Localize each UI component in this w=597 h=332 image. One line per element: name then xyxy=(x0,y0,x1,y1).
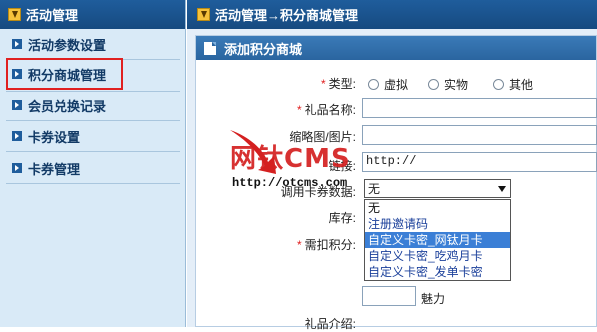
radio-circle[interactable] xyxy=(428,79,439,90)
radio-virtual[interactable]: 虚拟 xyxy=(368,76,408,93)
breadcrumb: 活动管理→积分商城管理 xyxy=(215,8,359,23)
select-value: 无 xyxy=(368,182,381,196)
required-mark: * xyxy=(320,77,326,91)
card-title-bar: 添加积分商城 xyxy=(196,36,596,60)
dropdown-option[interactable]: 自定义卡密_吃鸡月卡 xyxy=(365,248,510,264)
arrow-right-icon xyxy=(12,100,22,110)
divider xyxy=(6,91,180,92)
link-input[interactable]: http:// xyxy=(362,152,597,172)
sidebar-item-label: 会员兑换记录 xyxy=(28,98,107,114)
name-label: * 礼品名称: xyxy=(296,103,356,117)
sidebar-header: 活动管理 xyxy=(0,0,185,29)
sidebar-item-label: 卡券管理 xyxy=(28,161,81,177)
thumbnail-input[interactable] xyxy=(362,125,597,145)
divider xyxy=(6,183,180,184)
dropdown-option[interactable]: 注册邀请码 xyxy=(365,216,510,232)
radio-other[interactable]: 其他 xyxy=(493,76,533,93)
down-arrow-icon xyxy=(8,8,21,21)
card-data-dropdown: 无 注册邀请码 自定义卡密_网钛月卡 自定义卡密_吃鸡月卡 自定义卡密_发单卡密 xyxy=(364,199,511,281)
document-icon xyxy=(204,41,216,55)
type-label: * 类型: xyxy=(320,77,356,91)
divider xyxy=(6,120,180,121)
chevron-down-icon xyxy=(498,186,506,192)
required-mark: * xyxy=(296,238,302,252)
arrow-right-icon xyxy=(12,163,22,173)
watermark-url: http://otcms.com xyxy=(232,176,348,190)
sidebar-item-card-settings[interactable]: 卡券设置 xyxy=(6,124,178,148)
sidebar-item-redeem-records[interactable]: 会员兑换记录 xyxy=(6,93,178,117)
card-title: 添加积分商城 xyxy=(224,41,303,57)
intro-label: 礼品介绍: xyxy=(304,317,356,331)
highlight-annotation xyxy=(6,58,123,90)
sidebar-item-label: 活动参数设置 xyxy=(28,37,107,53)
stock-label: 库存: xyxy=(328,211,356,225)
main-header: 活动管理→积分商城管理 xyxy=(187,0,597,29)
points-label: * 需扣积分: xyxy=(296,238,356,252)
radio-physical[interactable]: 实物 xyxy=(428,76,468,93)
watermark-brand: 网钛CMS xyxy=(230,144,351,174)
card-data-select[interactable]: 无 xyxy=(364,179,511,198)
sidebar-header-title: 活动管理 xyxy=(26,8,79,23)
sidebar-item-activity-settings[interactable]: 活动参数设置 xyxy=(6,32,178,56)
required-mark: * xyxy=(296,103,302,117)
radio-circle[interactable] xyxy=(493,79,504,90)
sidebar-item-card-management[interactable]: 卡券管理 xyxy=(6,156,178,180)
divider xyxy=(6,151,180,152)
charm-label: 魅力 xyxy=(421,292,446,306)
arrow-right-icon xyxy=(12,131,22,141)
sidebar: 活动管理 活动参数设置 积分商城管理 会员兑换记录 卡券设置 卡券管理 xyxy=(0,0,186,327)
dropdown-option-selected[interactable]: 自定义卡密_网钛月卡 xyxy=(365,232,510,248)
dropdown-option[interactable]: 无 xyxy=(365,200,510,216)
dropdown-option[interactable]: 自定义卡密_发单卡密 xyxy=(365,264,510,280)
charm-input[interactable] xyxy=(362,286,416,306)
down-arrow-icon xyxy=(197,8,210,21)
gift-name-input[interactable] xyxy=(362,98,597,118)
sidebar-item-label: 卡券设置 xyxy=(28,129,81,145)
arrow-right-icon xyxy=(12,39,22,49)
radio-circle[interactable] xyxy=(368,79,379,90)
